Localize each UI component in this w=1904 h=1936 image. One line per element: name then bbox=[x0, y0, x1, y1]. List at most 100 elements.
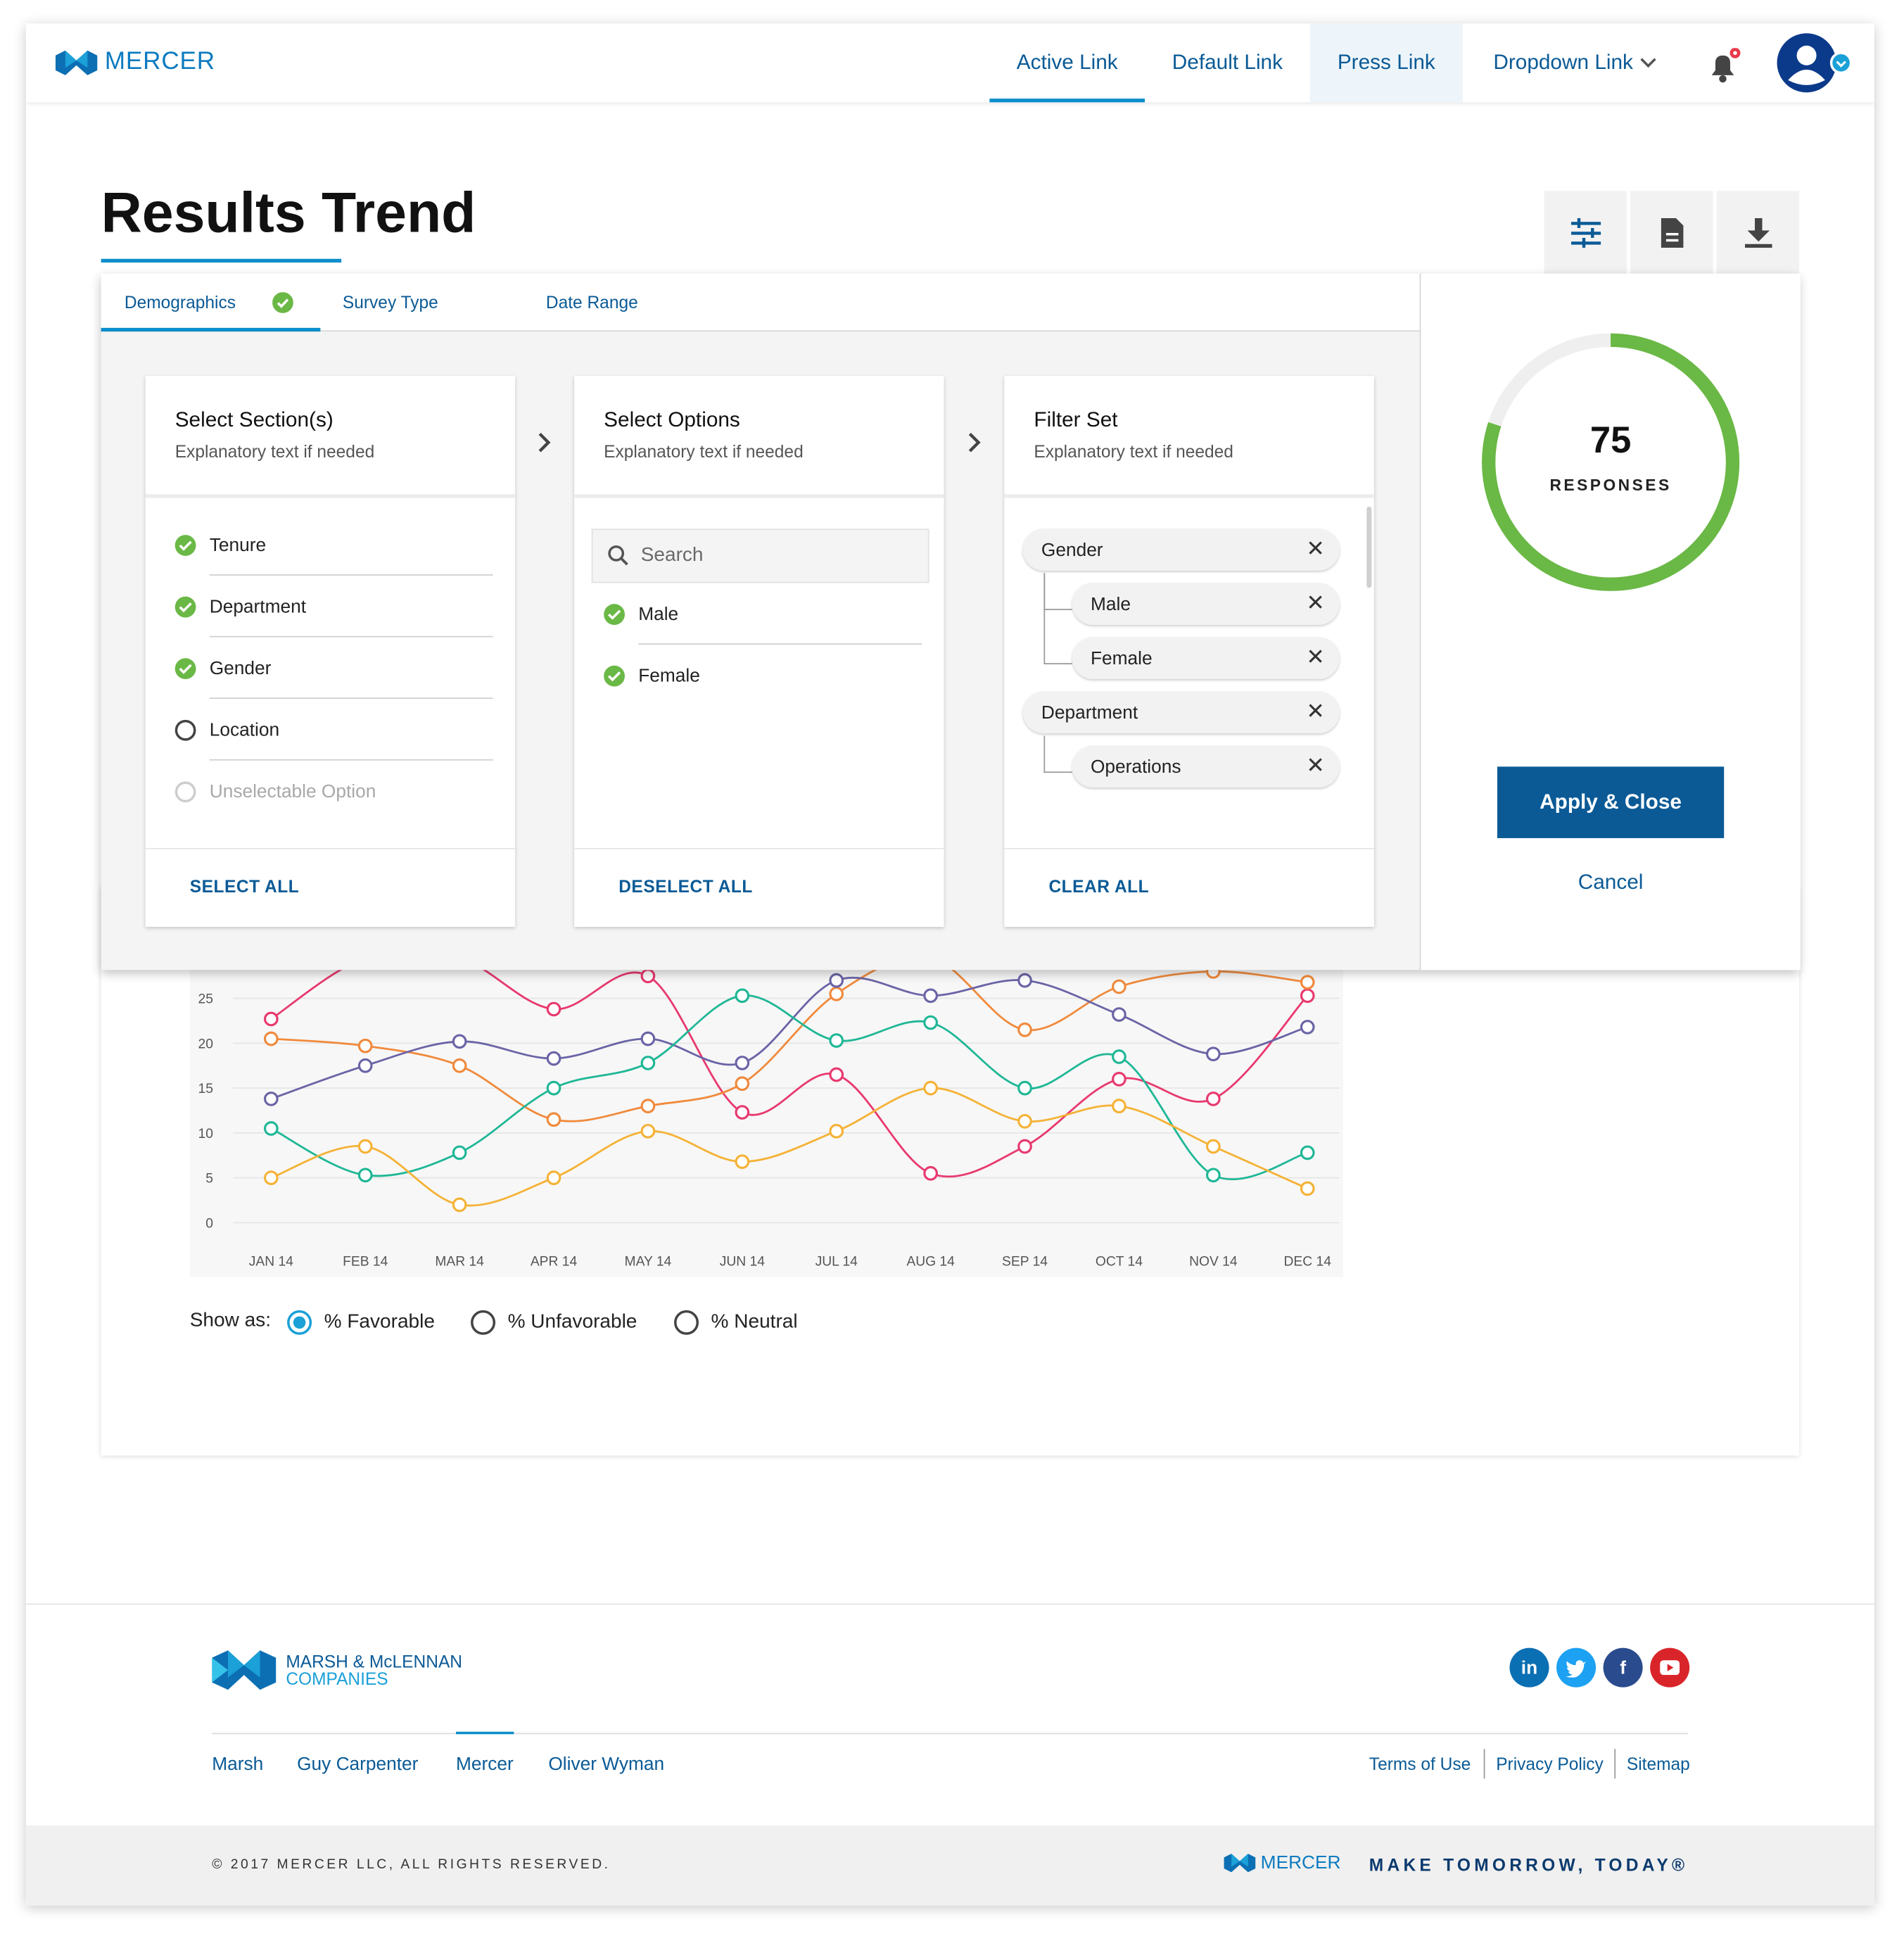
data-point[interactable] bbox=[923, 1015, 938, 1030]
clear-all-button[interactable]: CLEAR ALL bbox=[1004, 847, 1374, 928]
footer-link-oliver-wyman[interactable]: Oliver Wyman bbox=[548, 1754, 664, 1775]
data-point[interactable] bbox=[263, 1092, 279, 1106]
data-point[interactable] bbox=[829, 1033, 844, 1048]
mmc-logo[interactable]: MARSH & McLENNAN COMPANIES bbox=[212, 1650, 462, 1690]
data-point[interactable] bbox=[452, 1197, 467, 1213]
notification-bell[interactable] bbox=[1704, 46, 1743, 91]
data-point[interactable] bbox=[546, 1170, 561, 1185]
data-point[interactable] bbox=[1205, 1046, 1221, 1062]
data-point[interactable] bbox=[1112, 1007, 1126, 1022]
data-point[interactable] bbox=[640, 1031, 656, 1046]
option-label: Female bbox=[638, 664, 700, 686]
x-tick-label: DEC 14 bbox=[1284, 1255, 1332, 1270]
data-point[interactable] bbox=[1017, 1139, 1032, 1154]
facebook-icon[interactable]: f bbox=[1603, 1647, 1643, 1688]
nav-default-link[interactable]: Default Link bbox=[1145, 23, 1310, 102]
data-point[interactable] bbox=[1112, 979, 1126, 994]
data-point[interactable] bbox=[640, 1056, 656, 1070]
data-point[interactable] bbox=[1112, 1072, 1126, 1087]
footer-link-marsh[interactable]: Marsh bbox=[212, 1754, 263, 1775]
data-point[interactable] bbox=[546, 1112, 561, 1127]
data-point[interactable] bbox=[829, 973, 844, 988]
close-icon[interactable]: ✕ bbox=[1306, 538, 1324, 560]
data-point[interactable] bbox=[1112, 1099, 1126, 1113]
nav-active-link[interactable]: Active Link bbox=[989, 23, 1145, 103]
data-point[interactable] bbox=[735, 1076, 750, 1092]
data-point[interactable] bbox=[263, 1121, 279, 1136]
terms-of-use-link[interactable]: Terms of Use bbox=[1369, 1754, 1471, 1773]
option-male[interactable]: Male bbox=[604, 583, 922, 645]
data-point[interactable] bbox=[1017, 973, 1032, 988]
data-point[interactable] bbox=[546, 1051, 561, 1066]
cancel-button[interactable]: Cancel bbox=[1497, 870, 1724, 894]
search-input[interactable]: Search bbox=[591, 529, 929, 583]
data-point[interactable] bbox=[735, 1154, 750, 1170]
data-point[interactable] bbox=[923, 988, 938, 1004]
data-point[interactable] bbox=[735, 988, 750, 1004]
data-point[interactable] bbox=[1300, 1181, 1315, 1196]
data-point[interactable] bbox=[640, 1124, 656, 1139]
data-point[interactable] bbox=[1205, 1092, 1221, 1106]
data-point[interactable] bbox=[357, 1058, 373, 1073]
close-icon[interactable]: ✕ bbox=[1306, 700, 1324, 723]
section-option-tenure[interactable]: Tenure bbox=[174, 514, 493, 576]
data-point[interactable] bbox=[452, 1058, 467, 1073]
select-all-button[interactable]: SELECT ALL bbox=[145, 847, 516, 928]
data-point[interactable] bbox=[452, 1034, 467, 1049]
data-point[interactable] bbox=[1017, 1022, 1032, 1037]
data-point[interactable] bbox=[546, 1001, 561, 1017]
youtube-icon[interactable] bbox=[1650, 1647, 1690, 1688]
tab-demographics[interactable]: Demographics bbox=[101, 274, 321, 332]
data-point[interactable] bbox=[1300, 1020, 1315, 1035]
data-point[interactable] bbox=[263, 1031, 279, 1046]
data-point[interactable] bbox=[923, 1080, 938, 1096]
user-avatar[interactable] bbox=[1776, 32, 1853, 103]
data-point[interactable] bbox=[1205, 1139, 1221, 1154]
data-point[interactable] bbox=[923, 1165, 938, 1181]
linkedin-icon[interactable]: in bbox=[1509, 1647, 1549, 1688]
data-point[interactable] bbox=[1300, 975, 1315, 990]
nav-dropdown-link[interactable]: Dropdown Link bbox=[1463, 23, 1684, 102]
data-point[interactable] bbox=[357, 1038, 373, 1054]
section-option-location[interactable]: Location bbox=[174, 699, 493, 761]
data-point[interactable] bbox=[829, 1124, 844, 1139]
footer-mercer-logo[interactable]: MERCER bbox=[1224, 1852, 1341, 1873]
apply-close-button[interactable]: Apply & Close bbox=[1497, 766, 1725, 838]
section-option-gender[interactable]: Gender bbox=[174, 637, 493, 700]
data-point[interactable] bbox=[1205, 1168, 1221, 1183]
option-female[interactable]: Female bbox=[604, 645, 922, 707]
mercer-logo[interactable]: MERCER bbox=[55, 48, 215, 76]
data-point[interactable] bbox=[640, 968, 656, 984]
deselect-all-button[interactable]: DESELECT ALL bbox=[574, 847, 944, 928]
data-point[interactable] bbox=[1112, 1049, 1126, 1064]
section-option-department[interactable]: Department bbox=[174, 576, 493, 638]
footer-link-mercer[interactable]: Mercer bbox=[456, 1731, 514, 1775]
data-point[interactable] bbox=[1300, 988, 1315, 1004]
check-circle-icon bbox=[272, 292, 293, 313]
data-point[interactable] bbox=[640, 1099, 656, 1113]
sitemap-link[interactable]: Sitemap bbox=[1627, 1754, 1690, 1773]
data-point[interactable] bbox=[263, 1011, 279, 1027]
close-icon[interactable]: ✕ bbox=[1306, 646, 1324, 669]
data-point[interactable] bbox=[1017, 1113, 1032, 1129]
twitter-icon[interactable] bbox=[1556, 1647, 1597, 1688]
data-point[interactable] bbox=[1300, 1145, 1315, 1160]
data-point[interactable] bbox=[263, 1170, 279, 1185]
data-point[interactable] bbox=[735, 1056, 750, 1070]
data-point[interactable] bbox=[546, 1080, 561, 1096]
nav-press-link[interactable]: Press Link bbox=[1309, 23, 1463, 103]
data-point[interactable] bbox=[452, 1145, 467, 1160]
close-icon[interactable]: ✕ bbox=[1306, 754, 1324, 777]
data-point[interactable] bbox=[1017, 1080, 1032, 1096]
footer-link-guy-carpenter[interactable]: Guy Carpenter bbox=[297, 1754, 418, 1775]
close-icon[interactable]: ✕ bbox=[1306, 592, 1324, 614]
scrollbar[interactable] bbox=[1366, 506, 1372, 588]
privacy-policy-link[interactable]: Privacy Policy bbox=[1496, 1754, 1604, 1773]
data-point[interactable] bbox=[357, 1168, 373, 1183]
data-point[interactable] bbox=[829, 1067, 844, 1082]
tab-date-range[interactable]: Date Range bbox=[546, 274, 638, 331]
data-point[interactable] bbox=[735, 1105, 750, 1120]
tab-survey-type[interactable]: Survey Type bbox=[343, 274, 438, 331]
data-point[interactable] bbox=[829, 986, 844, 1001]
data-point[interactable] bbox=[357, 1139, 373, 1154]
